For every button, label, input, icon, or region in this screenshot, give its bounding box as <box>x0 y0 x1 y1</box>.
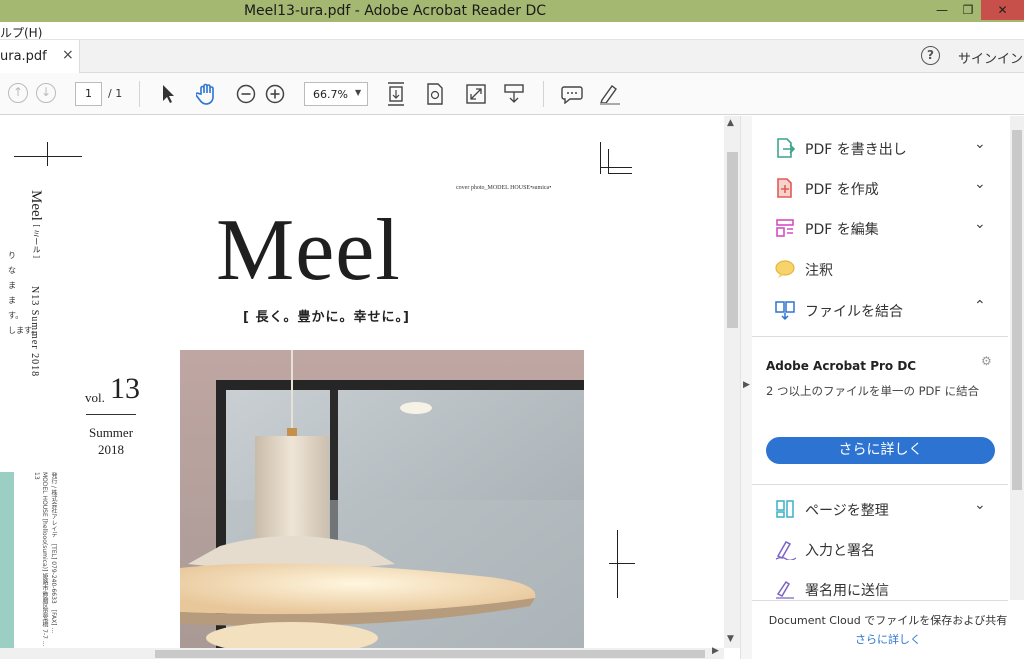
pane-divider <box>752 600 1008 601</box>
zoom-dropdown[interactable]: 66.7% ▼ <box>304 82 368 106</box>
close-window-button[interactable]: ✕ <box>981 0 1024 20</box>
document-tab[interactable]: ura.pdf × <box>0 40 80 73</box>
help-icon[interactable]: ? <box>921 46 940 65</box>
pane-collapse-handle[interactable]: ▶ <box>740 116 752 659</box>
create-pdf-icon <box>777 178 792 198</box>
vol-label: vol. <box>85 390 105 405</box>
tool-combine-files[interactable]: ファイルを結合 ⌃ <box>752 289 1008 329</box>
rotate-icon[interactable] <box>425 82 445 106</box>
export-pdf-icon <box>777 138 796 158</box>
document-tab-label: ura.pdf <box>0 49 47 64</box>
page-number-input[interactable]: 1 <box>75 82 102 106</box>
zoom-out-icon[interactable] <box>236 84 256 104</box>
accent-bar <box>0 472 14 648</box>
tool-create-pdf[interactable]: PDF を作成 ⌄ <box>752 167 1008 207</box>
chevron-down-icon: ▼ <box>355 88 362 97</box>
vol-divider <box>86 414 136 415</box>
highlight-icon[interactable] <box>598 82 622 106</box>
select-tool-icon[interactable] <box>160 84 176 104</box>
magazine-logo: Meel <box>216 202 401 299</box>
tagline: [ 長く。豊かに。幸せに。] <box>243 310 410 325</box>
tool-organize-pages[interactable]: ページを整理 ⌄ <box>752 488 1008 528</box>
scroll-up-icon[interactable]: ▲ <box>727 118 734 128</box>
toolbar-separator <box>543 81 544 107</box>
vertical-scrollbar[interactable]: ▲ ▼ <box>724 116 740 648</box>
maximize-button[interactable]: ❐ <box>955 0 981 20</box>
scroll-mode-icon[interactable] <box>503 82 525 104</box>
zoom-value: 66.7% <box>313 88 348 101</box>
crop-mark <box>608 173 632 174</box>
tool-fill-sign[interactable]: 入力と署名 <box>752 528 1008 568</box>
cover-photo <box>180 350 584 648</box>
pro-title: Adobe Acrobat Pro DC <box>766 359 917 373</box>
document-cloud-text: Document Cloud でファイルを保存および共有 <box>768 614 1008 627</box>
scroll-thumb[interactable] <box>727 152 738 328</box>
prev-page-icon[interactable]: ↑ <box>8 83 28 103</box>
cover-credit: cover photo_MODEL HOUSE•sumica• <box>456 185 552 191</box>
fill-sign-icon <box>775 541 796 560</box>
combine-files-icon <box>775 301 795 321</box>
tools-pane-scrollbar[interactable] <box>1010 116 1024 600</box>
chevron-down-icon: ⌄ <box>974 497 986 513</box>
tool-export-pdf[interactable]: PDF を書き出し ⌄ <box>752 127 1008 167</box>
edit-pdf-icon <box>776 219 794 237</box>
signin-button[interactable]: サインイン <box>958 48 1023 67</box>
tools-pane-scroll-thumb[interactable] <box>1012 130 1022 490</box>
fit-page-icon[interactable] <box>386 81 406 107</box>
chevron-up-icon: ⌃ <box>974 298 986 314</box>
comment-icon[interactable] <box>561 84 583 104</box>
zoom-in-icon[interactable] <box>265 84 285 104</box>
minimize-button[interactable]: — <box>929 0 955 20</box>
chevron-down-icon: ⌄ <box>974 176 986 192</box>
document-cloud-link[interactable]: さらに詳しく <box>752 631 1024 647</box>
hand-tool-icon[interactable] <box>196 82 218 106</box>
scroll-right-icon[interactable]: ▶ <box>712 646 719 656</box>
tool-edit-pdf[interactable]: PDF を編集 ⌄ <box>752 207 1008 247</box>
chevron-down-icon: ⌄ <box>974 216 986 232</box>
page-total: / 1 <box>108 87 123 100</box>
crop-mark <box>600 167 632 168</box>
crop-mark <box>617 530 618 598</box>
pro-description: 2 つ以上のファイルを単一の PDF に結合 <box>766 384 980 398</box>
close-tab-icon[interactable]: × <box>62 47 74 63</box>
title-bar: Meel13-ura.pdf - Adobe Acrobat Reader DC… <box>0 0 1024 22</box>
crop-mark <box>14 156 82 157</box>
document-view[interactable]: Meel [ ミール ] N13 Summer 2018 りなまます。 します。 … <box>0 116 724 648</box>
crop-mark <box>609 563 635 564</box>
tab-bar: ura.pdf × ? サインイン <box>0 40 1024 73</box>
toolbar-separator <box>139 81 140 107</box>
horizontal-scrollbar[interactable]: ▶ <box>0 646 724 659</box>
tool-comment[interactable]: 注釈 <box>752 248 1008 288</box>
window-title: Meel13-ura.pdf - Adobe Acrobat Reader DC <box>243 3 547 19</box>
learn-more-button[interactable]: さらに詳しく <box>766 437 995 464</box>
pane-divider <box>752 484 1008 485</box>
crop-mark <box>608 149 609 173</box>
menu-bar: ルプ(H) <box>0 22 1024 40</box>
toolbar: ↑ ↓ 1 / 1 66.7% ▼ <box>0 73 1024 115</box>
chevron-right-icon: ▶ <box>743 380 750 390</box>
scroll-down-icon[interactable]: ▼ <box>727 634 734 644</box>
menu-item-help[interactable]: ルプ(H) <box>0 24 42 41</box>
crop-mark <box>47 142 48 166</box>
next-page-icon[interactable]: ↓ <box>36 83 56 103</box>
pane-divider <box>752 336 1008 337</box>
hscroll-thumb[interactable] <box>155 650 705 658</box>
season-label: Summer 2018 <box>88 425 134 457</box>
pro-badge-icon: ⚙ <box>981 354 992 368</box>
crop-mark <box>600 142 601 174</box>
fullscreen-icon[interactable] <box>465 83 487 105</box>
publisher-info: 発行 / 株式会社アレイデ [TEL] 079-240-6633 [FAX] .… <box>33 472 57 647</box>
organize-pages-icon <box>776 500 794 518</box>
comment-tool-icon <box>775 260 795 278</box>
chevron-down-icon: ⌄ <box>974 136 986 152</box>
vol-number: 13 <box>110 372 140 405</box>
tools-pane: PDF を書き出し ⌄ PDF を作成 ⌄ PDF を編集 ⌄ 注釈 ファイルを… <box>752 116 1024 659</box>
tool-send-sign[interactable]: 署名用に送信 <box>752 568 1008 600</box>
send-sign-icon <box>776 580 794 599</box>
side-text-fragment: りなまます。 します。 <box>8 251 40 335</box>
